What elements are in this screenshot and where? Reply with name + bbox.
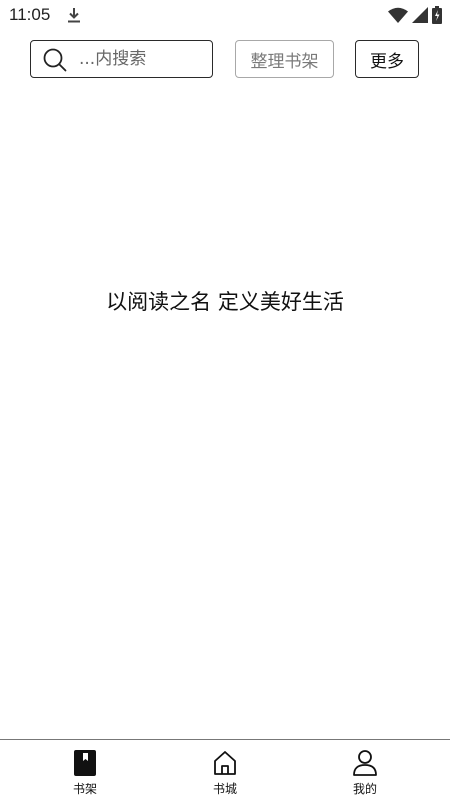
status-time: 11:05 — [9, 5, 51, 24]
tab-bookshelf[interactable]: 书架 — [45, 740, 125, 801]
organize-shelf-button[interactable]: 整理书架 — [235, 40, 334, 78]
tab-label: 我的 — [352, 782, 377, 796]
home-icon — [214, 751, 236, 775]
search-input[interactable] — [79, 44, 207, 74]
search-box[interactable] — [30, 40, 213, 78]
signal-icon — [412, 7, 428, 23]
tab-label: 书城 — [212, 782, 237, 796]
bottom-tab-bar: 书架 书城 我的 — [0, 739, 450, 801]
tab-label: 书架 — [72, 782, 97, 796]
person-icon — [353, 750, 377, 776]
battery-icon — [432, 6, 442, 24]
more-button[interactable]: 更多 — [355, 40, 419, 78]
search-icon[interactable] — [43, 48, 67, 72]
wifi-icon — [388, 7, 408, 23]
download-icon — [68, 8, 80, 23]
status-bar: 11:05 — [0, 0, 450, 32]
tab-bookstore[interactable]: 书城 — [185, 740, 265, 801]
slogan-text: 以阅读之名 定义美好生活 — [106, 290, 344, 314]
status-icons — [388, 6, 442, 24]
book-icon — [74, 750, 96, 776]
tab-mine[interactable]: 我的 — [325, 740, 405, 801]
